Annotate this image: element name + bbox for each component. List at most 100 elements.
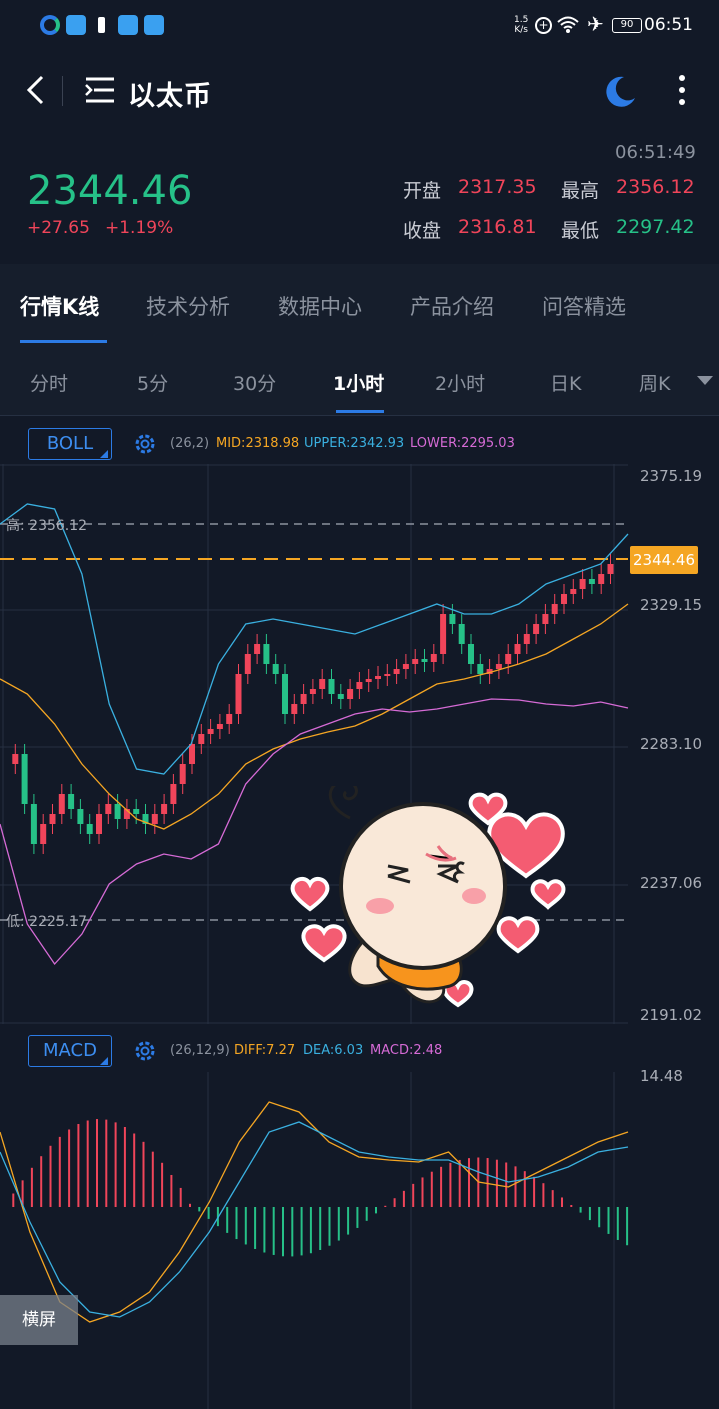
candle-body (300, 694, 307, 704)
net-speed: 1.5 K/s (514, 15, 528, 35)
y-tick-2: 2329.15 (640, 596, 703, 614)
content-tabs: 行情K线 技术分析 数据中心 产品介绍 问答精选 (0, 264, 719, 346)
candle-body (514, 644, 521, 654)
high-value: 2356.12 (616, 176, 695, 198)
menu-icon[interactable] (84, 76, 116, 104)
candle-body (68, 794, 75, 809)
period-week[interactable]: 周K (639, 369, 670, 396)
tab-data-center[interactable]: 数据中心 (278, 291, 362, 321)
macd-settings-icon[interactable] (134, 1040, 156, 1062)
macd-diff: DIFF:7.27 (234, 1043, 296, 1058)
close-value: 2316.81 (458, 216, 537, 238)
diff-line (0, 1101, 629, 1323)
candle-body (337, 694, 344, 699)
status-bar: 1.5 K/s + ✈ 90 06:51 (0, 0, 719, 52)
y-tick-4: 2237.06 (640, 874, 703, 892)
page-title: 以太币 (128, 81, 212, 112)
candle-body (263, 644, 270, 664)
puzzle-icon-2 (144, 15, 164, 35)
candle-body (412, 659, 419, 664)
macd-chart[interactable] (0, 1072, 719, 1409)
tab-technical-analysis[interactable]: 技术分析 (146, 291, 230, 321)
candle-body (77, 809, 84, 824)
period-day[interactable]: 日K (550, 369, 581, 396)
candle-body (570, 589, 577, 594)
boll-selector-corner (100, 450, 108, 458)
tab-kline[interactable]: 行情K线 (20, 291, 99, 321)
period-5m[interactable]: 5分 (137, 369, 168, 396)
candle-body (58, 794, 65, 814)
candle-body (384, 674, 391, 676)
candle-body (189, 744, 195, 764)
tab-product-intro[interactable]: 产品介绍 (410, 291, 494, 321)
open-label: 开盘 (403, 180, 442, 202)
price-change: +27.65 (27, 218, 90, 238)
sticker-image (290, 786, 566, 1008)
dea-line (0, 1121, 629, 1318)
chevron-down-icon[interactable] (697, 376, 713, 385)
candle-body (254, 644, 261, 654)
high-label: 最高 (561, 180, 600, 202)
puzzle-icon (66, 15, 86, 35)
candle-body (542, 614, 549, 624)
candle-body (30, 804, 37, 844)
low-value: 2297.42 (616, 216, 695, 238)
candle-body (468, 644, 474, 664)
period-2h[interactable]: 2小时 (435, 369, 485, 396)
top-bar: 以太币 (0, 52, 719, 132)
candle-body (375, 676, 381, 679)
tab-qa[interactable]: 问答精选 (542, 291, 626, 321)
candle-body (96, 814, 102, 834)
y-tick-3: 2283.10 (640, 735, 703, 753)
candle-body (495, 664, 502, 669)
back-arrow-icon[interactable] (24, 74, 48, 106)
macd-params: (26,12,9) (170, 1043, 230, 1058)
low-label: 最低 (561, 220, 600, 242)
macd-dea: DEA:6.03 (303, 1043, 364, 1058)
boll-upper-line (0, 503, 629, 775)
candle-body (421, 659, 428, 662)
candle-body (328, 679, 335, 694)
boll-indicator-bar: BOLL (26,2) MID:2318.98 UPPER:2342.93 LO… (0, 424, 719, 464)
candle-body (533, 624, 540, 634)
period-30m[interactable]: 30分 (233, 369, 276, 396)
y-tick-1: 2375.19 (640, 467, 703, 485)
price-change-pct: +1.19% (105, 218, 174, 238)
wifi-icon (557, 16, 579, 33)
candle-body (207, 729, 214, 734)
battery-icon: 90 (612, 18, 642, 33)
candle-body (244, 654, 251, 674)
candle-body (579, 579, 586, 589)
data-saver-icon: + (535, 17, 552, 34)
low-marker-label: 低: 2225.17 (6, 914, 88, 930)
candle-body (588, 579, 595, 584)
quote-time: 06:51:49 (615, 142, 696, 163)
candle-body (430, 654, 437, 662)
settings-icon[interactable] (134, 433, 156, 455)
night-mode-icon[interactable] (602, 74, 638, 110)
candle-body (607, 564, 614, 574)
current-price: 2344.46 (27, 168, 193, 214)
candle-body (365, 679, 372, 682)
period-selector: 分时 5分 30分 1小时 2小时 日K 周K (0, 346, 719, 416)
boll-params: (26,2) (170, 436, 210, 451)
candle-body (105, 804, 112, 814)
candle-body (133, 809, 140, 814)
boll-mid: MID:2318.98 (216, 436, 300, 451)
qq-browser-icon (118, 15, 138, 35)
candle-body (551, 604, 558, 614)
period-1h[interactable]: 1小时 (333, 369, 384, 396)
quote-panel: 06:51:49 2344.46 +27.65 +1.19% 开盘 2317.3… (0, 132, 719, 264)
candle-body (179, 764, 186, 784)
candle-body (21, 754, 28, 804)
more-icon[interactable] (676, 74, 688, 106)
close-label: 收盘 (403, 220, 442, 242)
landscape-button[interactable]: 横屏 (0, 1295, 78, 1345)
y-tick-5: 2191.02 (640, 1006, 703, 1024)
boll-lower: LOWER:2295.03 (410, 436, 515, 451)
candle-body (449, 614, 456, 624)
period-timeshare[interactable]: 分时 (30, 369, 68, 396)
candle-body (12, 754, 19, 764)
candle-body (440, 614, 447, 654)
candle-body (309, 689, 316, 694)
